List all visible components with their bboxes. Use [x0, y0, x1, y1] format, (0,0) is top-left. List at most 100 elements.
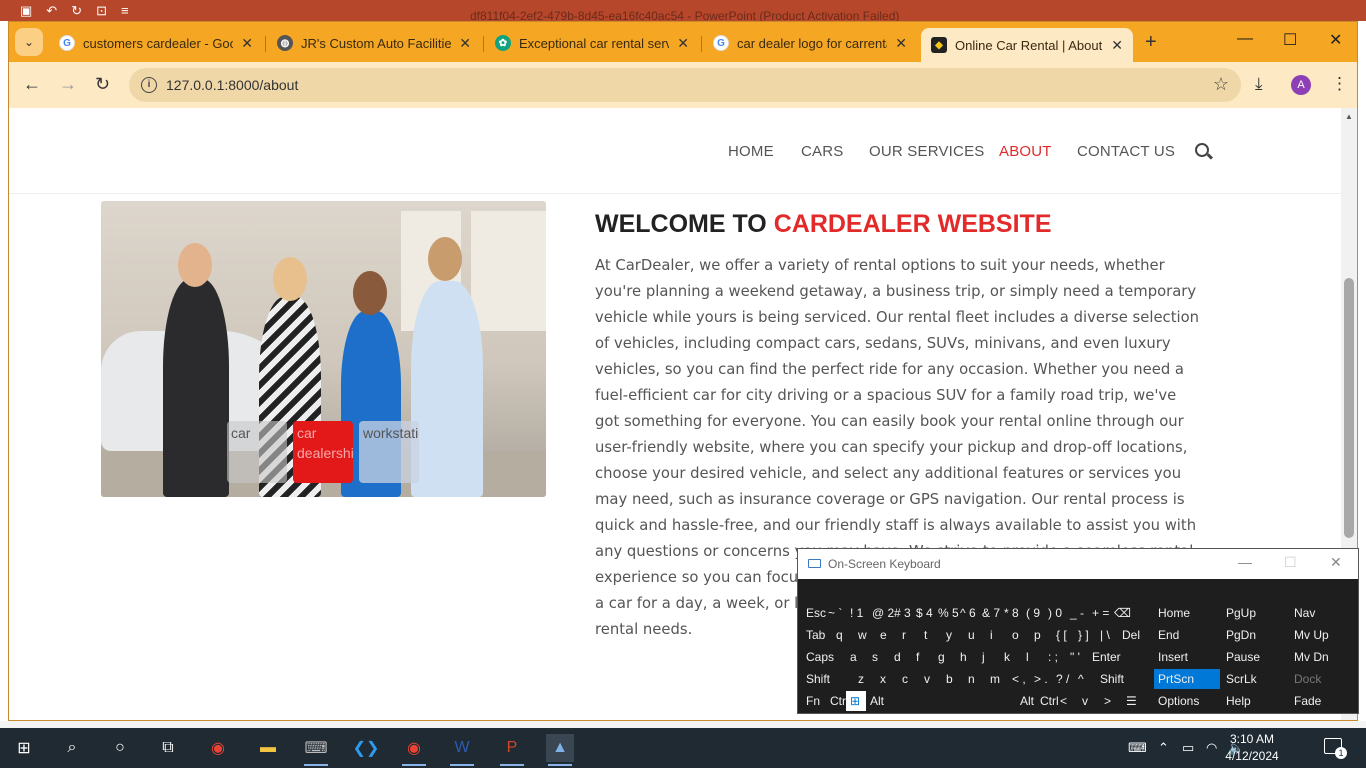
osk-key[interactable]: h — [956, 647, 978, 667]
osk-key[interactable]: u — [964, 625, 986, 645]
osk-key[interactable]: @ 2 — [868, 603, 894, 623]
nav-our-services[interactable]: OUR SERVICES — [869, 143, 985, 160]
tab-jrs-custom-auto[interactable]: ◍ JR's Custom Auto Facilities ✕ — [267, 28, 481, 58]
close-tab-icon[interactable]: ✕ — [895, 35, 907, 52]
osk-maximize-button[interactable]: ☐ — [1284, 554, 1297, 571]
osk-key[interactable]: m — [986, 669, 1008, 689]
osk-key[interactable]: Caps — [802, 647, 846, 667]
keyboard-tray-icon[interactable]: ⌨ — [1128, 740, 1147, 756]
osk-key[interactable]: ( 9 — [1022, 603, 1044, 623]
thumbnail-car-dealership[interactable]: car dealership — [293, 421, 353, 483]
vscode-icon[interactable]: ❮❯ — [352, 734, 380, 762]
osk-key[interactable]: e — [876, 625, 898, 645]
task-view-icon[interactable]: ⧉ — [154, 734, 182, 762]
notification-center-icon[interactable]: 1 — [1324, 738, 1347, 759]
osk-key[interactable]: Tab — [802, 625, 832, 645]
osk-key[interactable]: z — [854, 669, 876, 689]
osk-key[interactable]: % 5 — [934, 603, 959, 623]
osk-key[interactable]: y — [942, 625, 964, 645]
close-tab-icon[interactable]: ✕ — [677, 35, 689, 52]
osk-key[interactable]: ! 1 — [846, 603, 868, 623]
start-button-windows-icon[interactable]: ⊞ — [10, 734, 38, 762]
nav-home[interactable]: HOME — [728, 143, 774, 160]
osk-key[interactable]: Alt — [1016, 691, 1036, 711]
close-tab-icon[interactable]: ✕ — [1111, 37, 1123, 54]
address-bar[interactable]: i 127.0.0.1:8000/about ☆ — [129, 68, 1241, 102]
osk-key[interactable]: { [ — [1052, 625, 1074, 645]
wifi-icon[interactable]: ◠ — [1206, 740, 1217, 756]
undo-icon[interactable]: ↶ — [46, 3, 57, 19]
minimize-button[interactable]: — — [1237, 30, 1253, 48]
nav-about[interactable]: ABOUT — [999, 143, 1052, 160]
osk-close-button[interactable]: ✕ — [1330, 554, 1342, 571]
osk-key[interactable]: # 3 — [890, 603, 912, 623]
osk-key[interactable]: Shift — [1096, 669, 1136, 689]
osk-key[interactable]: q — [832, 625, 854, 645]
file-explorer-icon[interactable]: ▬ — [254, 734, 282, 762]
osk-key[interactable]: i — [986, 625, 1008, 645]
osk-key[interactable]: ? / — [1052, 669, 1074, 689]
osk-key[interactable]: o — [1008, 625, 1030, 645]
osk-key[interactable]: > . — [1030, 669, 1052, 689]
search-icon[interactable] — [1195, 143, 1209, 157]
osk-key[interactable]: | \ — [1096, 625, 1118, 645]
osk-key[interactable]: } ] — [1074, 625, 1096, 645]
osk-key[interactable]: ^ 6 — [956, 603, 978, 623]
osk-key[interactable]: Insert — [1154, 647, 1220, 667]
osk-key[interactable]: PrtScn — [1154, 669, 1220, 689]
powerpoint-icon[interactable]: P — [498, 734, 526, 766]
nav-contact-us[interactable]: CONTACT US — [1077, 143, 1175, 160]
reload-icon[interactable]: ↻ — [95, 74, 110, 95]
osk-key[interactable]: s — [868, 647, 890, 667]
download-icon[interactable]: ⤓ — [1255, 74, 1263, 94]
osk-minimize-button[interactable]: — — [1238, 554, 1252, 570]
osk-key[interactable]: Esc — [802, 603, 826, 623]
osk-key[interactable]: f — [912, 647, 934, 667]
osk-key[interactable]: < — [1056, 691, 1078, 711]
osk-key[interactable]: Mv Up — [1290, 625, 1356, 645]
osk-key[interactable]: $ 4 — [912, 603, 934, 623]
site-info-icon[interactable]: i — [141, 77, 157, 93]
osk-key[interactable]: : ; — [1044, 647, 1066, 667]
clock[interactable]: 3:10 AM 4/12/2024 — [1222, 731, 1282, 765]
osk-key[interactable]: + = — [1088, 603, 1110, 623]
close-window-button[interactable]: ✕ — [1329, 30, 1342, 50]
tab-car-dealer-logo[interactable]: G car dealer logo for carrental ✕ — [703, 28, 917, 58]
osk-key[interactable]: Ctrl — [826, 691, 849, 711]
osk-key[interactable]: Pause — [1222, 647, 1288, 667]
osk-key[interactable]: l — [1022, 647, 1044, 667]
osk-key[interactable]: Enter — [1088, 647, 1134, 667]
osk-key[interactable]: Dock — [1290, 669, 1356, 689]
osk-key[interactable]: x — [876, 669, 898, 689]
osk-key[interactable]: Help — [1222, 691, 1288, 711]
osk-key[interactable]: p — [1030, 625, 1052, 645]
osk-key[interactable]: Mv Dn — [1290, 647, 1356, 667]
scrollbar-thumb[interactable] — [1344, 278, 1354, 538]
forward-arrow-icon[interactable]: → — [59, 74, 77, 95]
search-icon[interactable]: ⌕ — [58, 734, 86, 762]
tab-search-button[interactable]: ⌄ — [15, 28, 43, 56]
osk-key[interactable]: Nav — [1290, 603, 1356, 623]
osk-key[interactable]: Alt — [866, 691, 890, 711]
osk-key[interactable]: ScrLk — [1222, 669, 1288, 689]
redo-icon[interactable]: ↻ — [71, 3, 82, 19]
osk-key[interactable]: > — [1100, 691, 1122, 711]
present-icon[interactable]: ⊡ — [96, 3, 107, 19]
close-tab-icon[interactable]: ✕ — [459, 35, 471, 52]
osk-key[interactable]: k — [1000, 647, 1022, 667]
new-tab-button[interactable]: + — [1145, 31, 1157, 54]
close-tab-icon[interactable]: ✕ — [241, 35, 253, 52]
osk-key[interactable]: ⌫ — [1110, 603, 1140, 623]
osk-key[interactable]: w — [854, 625, 876, 645]
osk-key[interactable]: Shift — [802, 669, 854, 689]
osk-key[interactable]: t — [920, 625, 942, 645]
thumbnail-car[interactable]: car — [227, 421, 287, 483]
osk-key[interactable]: Options — [1154, 691, 1220, 711]
tab-online-car-rental[interactable]: ◆ Online Car Rental | About U ✕ — [921, 28, 1133, 62]
tab-exceptional-car-rental[interactable]: ✿ Exceptional car rental servic ✕ — [485, 28, 699, 58]
osk-key[interactable]: v — [1078, 691, 1100, 711]
chrome-icon[interactable]: ◉ — [204, 734, 232, 762]
osk-key[interactable]: j — [978, 647, 1000, 667]
osk-key[interactable]: Home — [1154, 603, 1220, 623]
bookmark-star-icon[interactable]: ☆ — [1213, 74, 1229, 95]
